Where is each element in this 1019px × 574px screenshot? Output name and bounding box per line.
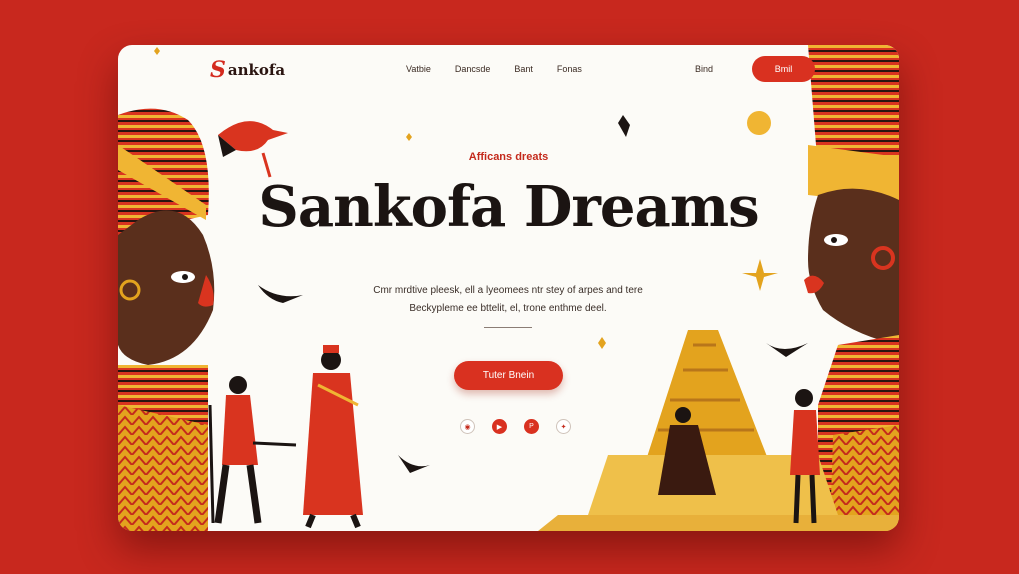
circle-icon[interactable]: ◉ bbox=[460, 419, 475, 434]
logo-text: ankofa bbox=[227, 61, 286, 79]
hero-description-line: Cmr mrdtive pleesk, ell a lyeomees ntr s… bbox=[373, 285, 643, 296]
hero-divider bbox=[484, 327, 532, 328]
landing-page-frame: S ankofa Vatbie Dancsde Bant Fonas Bind … bbox=[118, 45, 899, 531]
pinterest-icon[interactable]: P bbox=[524, 419, 539, 434]
nav-link[interactable]: Bant bbox=[514, 64, 533, 74]
sparkle-icon bbox=[742, 259, 778, 291]
star-icon[interactable]: ✦ bbox=[556, 419, 571, 434]
nav-link[interactable]: Dancsde bbox=[455, 64, 491, 74]
sparkle-icon bbox=[598, 337, 606, 349]
nav-cta-button[interactable]: Bmil bbox=[752, 56, 815, 82]
sun-icon bbox=[747, 111, 771, 135]
nav-link[interactable]: Fonas bbox=[557, 64, 582, 74]
bird-silhouette bbox=[618, 115, 630, 137]
top-navigation: S ankofa Vatbie Dancsde Bant Fonas Bind … bbox=[118, 45, 899, 95]
brand-logo[interactable]: S ankofa bbox=[210, 59, 285, 81]
hero-title: Sankofa Dreams bbox=[258, 174, 759, 240]
bird-silhouette bbox=[398, 455, 430, 473]
hero-cta-button[interactable]: Tuter Bnein bbox=[454, 361, 563, 390]
nav-link[interactable]: Vatbie bbox=[406, 64, 431, 74]
sparkle-icon bbox=[406, 133, 412, 141]
hero-description-line: Beckypleme ee bttelit, el, trone enthme … bbox=[409, 303, 607, 314]
bird-silhouette bbox=[766, 343, 808, 357]
hero-description: Cmr mrdtive pleesk, ell a lyeomees ntr s… bbox=[326, 282, 690, 318]
logo-mark-icon: S bbox=[210, 57, 226, 83]
nav-extra-link[interactable]: Bind bbox=[695, 64, 713, 74]
nav-links: Vatbie Dancsde Bant Fonas bbox=[406, 64, 582, 74]
bird-silhouette bbox=[258, 285, 303, 303]
hero-eyebrow: Afficans dreats bbox=[468, 151, 549, 163]
social-links: ◉ ▶ P ✦ bbox=[460, 419, 571, 434]
play-icon[interactable]: ▶ bbox=[492, 419, 507, 434]
robed-man-figure bbox=[303, 345, 363, 529]
warrior-figure bbox=[208, 376, 297, 524]
